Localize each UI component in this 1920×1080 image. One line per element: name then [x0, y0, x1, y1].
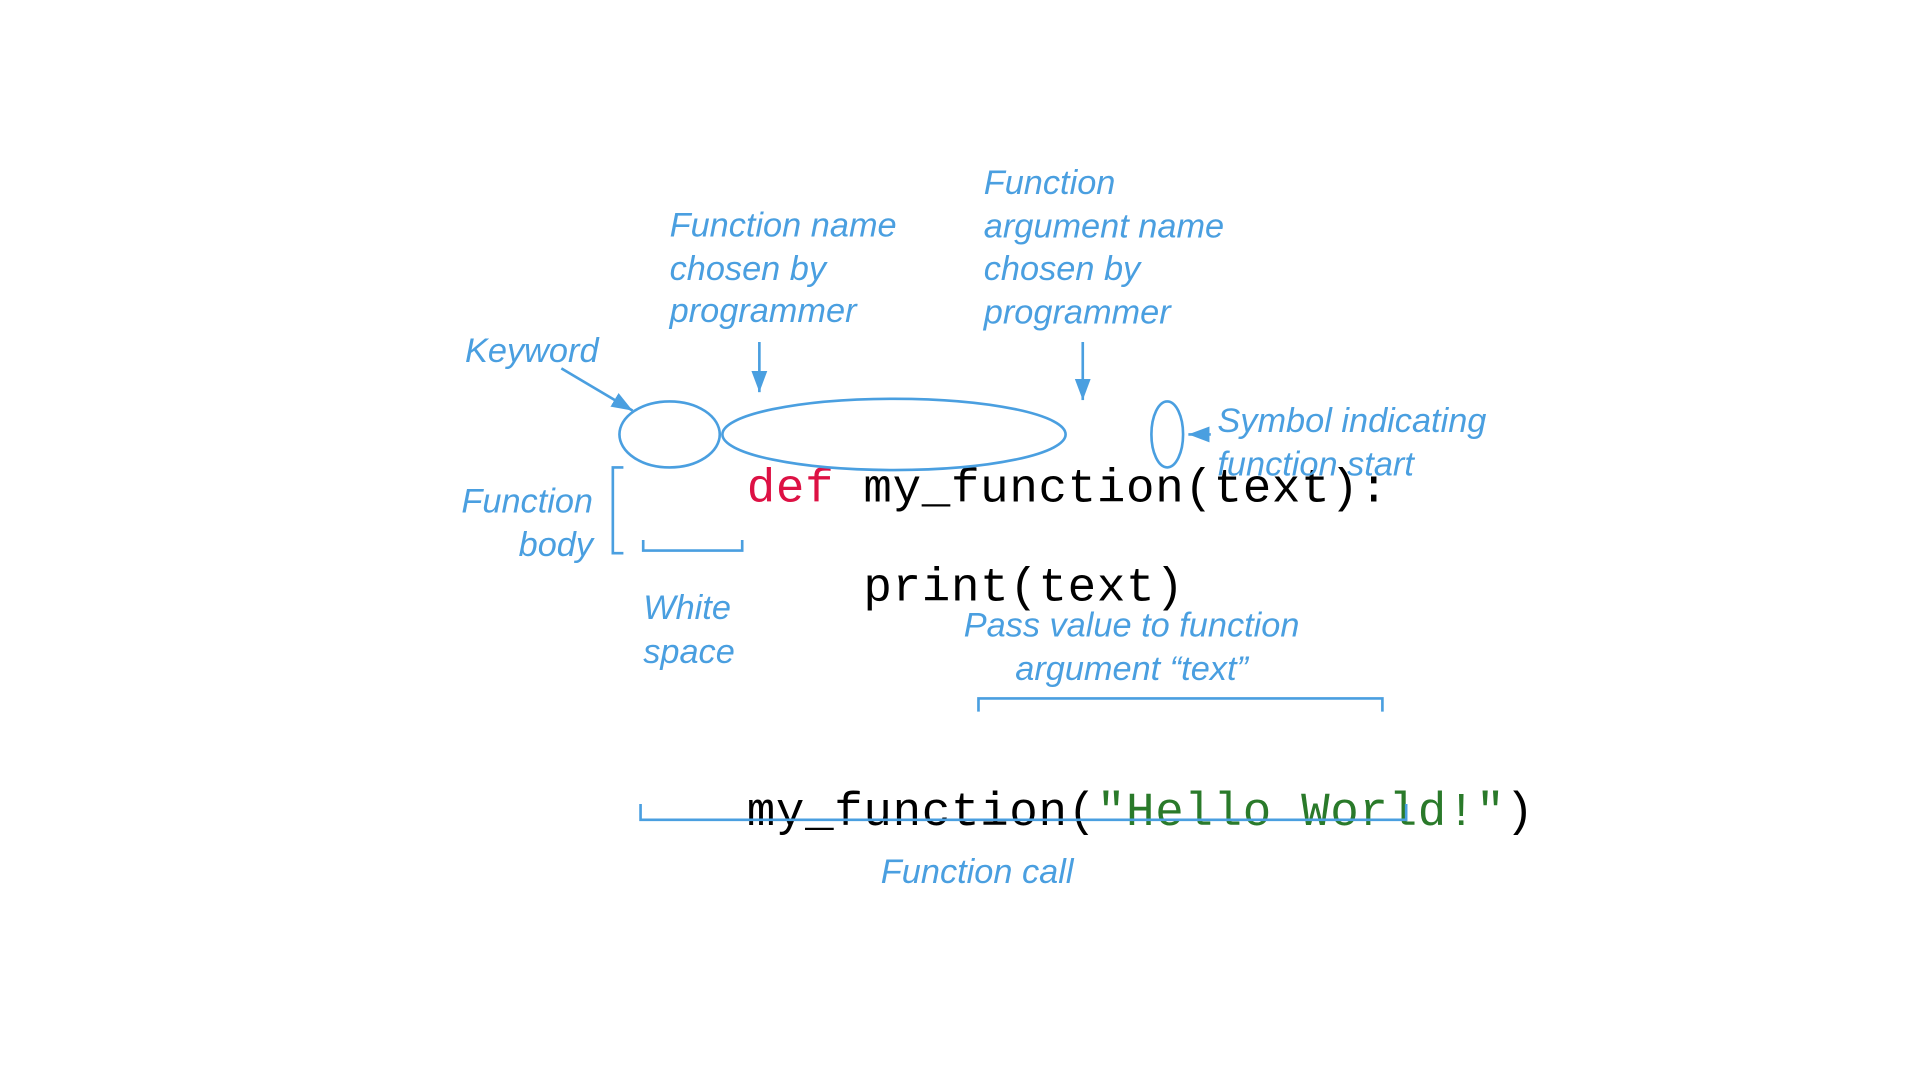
label-symbol: Symbol indicating function start	[1217, 399, 1486, 485]
call-string: "Hello World!"	[1097, 786, 1505, 840]
call-prefix: my_function(	[747, 786, 1097, 840]
label-pass-value: Pass value to function argument “text”	[934, 603, 1330, 689]
code-line-call: my_function("Hello World!")	[630, 731, 1535, 893]
call-suffix: )	[1505, 786, 1534, 840]
label-function-call: Function call	[881, 850, 1074, 893]
label-keyword: Keyword	[465, 329, 599, 372]
label-body: Function body	[461, 479, 593, 565]
label-func-name: Function name chosen by programmer	[670, 203, 897, 332]
function-syntax-diagram: def my_function(text): print(text) my_fu…	[168, 78, 1752, 1002]
label-whitespace: White space	[643, 586, 735, 672]
label-arg-name: Function argument name chosen by program…	[984, 161, 1224, 333]
